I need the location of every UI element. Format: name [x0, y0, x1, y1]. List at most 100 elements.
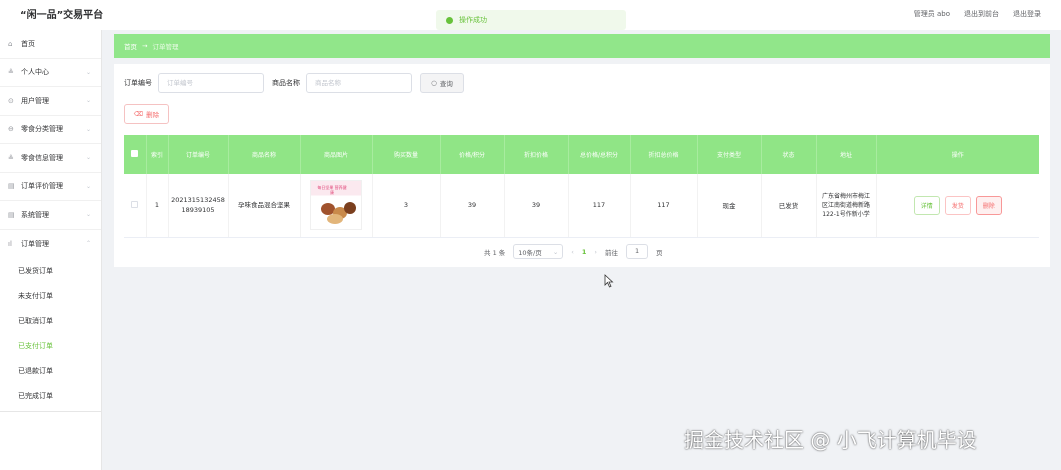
cell-discount-total: 117	[630, 174, 698, 238]
comment-icon: ▤	[8, 182, 15, 191]
cell-product: 孕味食品混合坚果	[228, 174, 301, 238]
sidebar-item-order-comments[interactable]: ▤ 订单评价管理 ⌄	[0, 173, 101, 201]
goto-page-input[interactable]: 1	[626, 244, 649, 259]
breadcrumb-current: 订单管理	[152, 43, 179, 51]
cell-product-image: 每日坚果 营养健康	[300, 174, 373, 238]
submenu-unpaid-orders[interactable]: 未支付订单	[0, 283, 101, 308]
user-icon: ≗	[8, 68, 14, 77]
cell-price: 39	[440, 174, 505, 238]
select-all-checkbox[interactable]	[131, 150, 139, 157]
page-size-select[interactable]: 10条/页 ⌄	[513, 244, 564, 259]
chevron-down-icon: ⌄	[85, 154, 91, 162]
select-all-header[interactable]	[124, 135, 147, 174]
submenu-paid-orders[interactable]: 已支付订单	[0, 333, 101, 358]
chevron-down-icon: ⌄	[552, 247, 559, 256]
sidebar: ⌂ 首页 ≗ 个人中心 ⌄ ⊙ 用户管理 ⌄ ⊖ 零食分类管理 ⌄ ≗ 零食信息…	[0, 30, 102, 470]
category-icon: ⊖	[8, 125, 14, 134]
cell-status: 已发货	[761, 174, 817, 238]
column-header: 地址	[816, 135, 877, 174]
column-header: 折扣价格	[504, 135, 569, 174]
breadcrumb-home[interactable]: 首页	[124, 41, 137, 51]
chevron-down-icon: ⌄	[85, 211, 91, 219]
chevron-up-icon: ⌃	[85, 240, 91, 248]
chevron-down-icon: ⌄	[85, 68, 91, 76]
column-header: 折扣总价格	[630, 135, 698, 174]
trash-icon: ⌫	[133, 110, 144, 118]
watermark: 掘金技术社区 @ 小飞计算机毕设	[684, 428, 977, 452]
product-name-input[interactable]	[306, 73, 412, 93]
nut-shape	[344, 202, 356, 215]
user-manage-icon: ⊙	[8, 96, 14, 105]
row-actions: 详情 发货 删除	[877, 195, 1040, 215]
column-header: 购买数量	[372, 135, 441, 174]
submenu-shipped-orders[interactable]: 已发货订单	[0, 258, 101, 283]
batch-delete-button[interactable]: ⌫ 删除	[124, 104, 169, 124]
page-size-value: 10条/页	[518, 248, 542, 257]
pagination: 共 1 条 10条/页 ⌄ ‹ 1 › 前往 1 页	[484, 244, 663, 259]
current-page[interactable]: 1	[582, 248, 587, 256]
sidebar-item-users[interactable]: ⊙ 用户管理 ⌄	[0, 87, 101, 116]
order-no-label: 订单编号	[124, 79, 152, 87]
success-icon	[446, 16, 453, 24]
order-no-input[interactable]	[158, 73, 264, 93]
nut-shape	[327, 214, 343, 225]
search-form: 订单编号 商品名称 ○ 查询	[124, 73, 464, 93]
ship-button[interactable]: 发货	[944, 195, 971, 215]
sidebar-item-label: 订单评价管理	[21, 182, 63, 191]
page-unit-label: 页	[656, 248, 663, 257]
column-header: 索引	[146, 135, 169, 174]
delete-button[interactable]: 删除	[975, 195, 1002, 215]
sidebar-item-system[interactable]: ▤ 系统管理 ⌄	[0, 201, 101, 230]
orders-submenu: 已发货订单 未支付订单 已取消订单 已支付订单 已退款订单 已完成订单	[0, 258, 101, 412]
submenu-completed-orders[interactable]: 已完成订单	[0, 383, 101, 408]
prev-page-icon[interactable]: ‹	[571, 248, 574, 256]
back-to-front-link[interactable]: 退出到前台	[964, 9, 999, 19]
order-icon: ıl	[8, 239, 12, 248]
cell-order-no: 202131513245818939105	[168, 174, 229, 238]
cell-total: 117	[568, 174, 631, 238]
main-panel: 订单编号 商品名称 ○ 查询 ⌫ 删除 索引 订单编号 商品名称 商品图片 购买…	[114, 64, 1050, 267]
chevron-down-icon: ⌄	[85, 182, 91, 190]
product-name-label: 商品名称	[272, 79, 300, 87]
column-header: 状态	[761, 135, 817, 174]
product-image: 每日坚果 营养健康	[310, 180, 362, 231]
cell-address: 广东省梅州市梅江区江南街道梅新路122-1号作新小学	[816, 174, 877, 238]
submenu-refunded-orders[interactable]: 已退款订单	[0, 358, 101, 383]
admin-label: 管理员 abo	[913, 10, 950, 18]
success-toast: 操作成功	[436, 10, 626, 30]
chevron-down-icon: ⌄	[85, 125, 91, 133]
sidebar-item-label: 个人中心	[21, 68, 49, 77]
goto-label: 前往	[605, 248, 619, 257]
sidebar-item-label: 用户管理	[21, 96, 49, 105]
column-header: 总价格/总积分	[568, 135, 631, 174]
sidebar-item-orders[interactable]: ıl 订单管理 ⌃	[0, 230, 101, 259]
mouse-cursor-icon	[604, 274, 614, 288]
app-title: “闲一品”交易平台	[20, 10, 104, 21]
toast-text: 操作成功	[459, 16, 487, 24]
sidebar-item-snack-category[interactable]: ⊖ 零食分类管理 ⌄	[0, 116, 101, 144]
column-header: 商品名称	[228, 135, 301, 174]
sidebar-item-profile[interactable]: ≗ 个人中心 ⌄	[0, 59, 101, 87]
table-row: 1 202131513245818939105 孕味食品混合坚果 每日坚果 营养…	[124, 174, 1040, 238]
submenu-cancelled-orders[interactable]: 已取消订单	[0, 308, 101, 333]
breadcrumb: 首页 → 订单管理	[114, 34, 1050, 58]
breadcrumb-separator: →	[142, 42, 148, 50]
system-icon: ▤	[8, 210, 15, 219]
search-icon: ○	[431, 79, 437, 87]
search-button[interactable]: ○ 查询	[420, 73, 464, 93]
column-header: 操作	[876, 135, 1039, 174]
orders-table: 索引 订单编号 商品名称 商品图片 购买数量 价格/积分 折扣价格 总价格/总积…	[124, 135, 1039, 238]
column-header: 订单编号	[168, 135, 229, 174]
column-header: 价格/积分	[440, 135, 505, 174]
sidebar-item-snack-info[interactable]: ≗ 零食信息管理 ⌄	[0, 144, 101, 173]
sidebar-item-label: 订单管理	[21, 239, 49, 248]
row-checkbox[interactable]	[131, 200, 139, 208]
logout-link[interactable]: 退出登录	[1013, 9, 1041, 19]
sidebar-item-label: 零食信息管理	[21, 153, 63, 162]
next-page-icon[interactable]: ›	[594, 248, 597, 256]
sidebar-item-label: 系统管理	[21, 210, 49, 219]
detail-button[interactable]: 详情	[913, 195, 940, 215]
row-select-cell[interactable]	[124, 174, 147, 238]
sidebar-item-home[interactable]: ⌂ 首页	[0, 30, 101, 59]
product-image-caption: 每日坚果 营养健康	[317, 185, 347, 196]
